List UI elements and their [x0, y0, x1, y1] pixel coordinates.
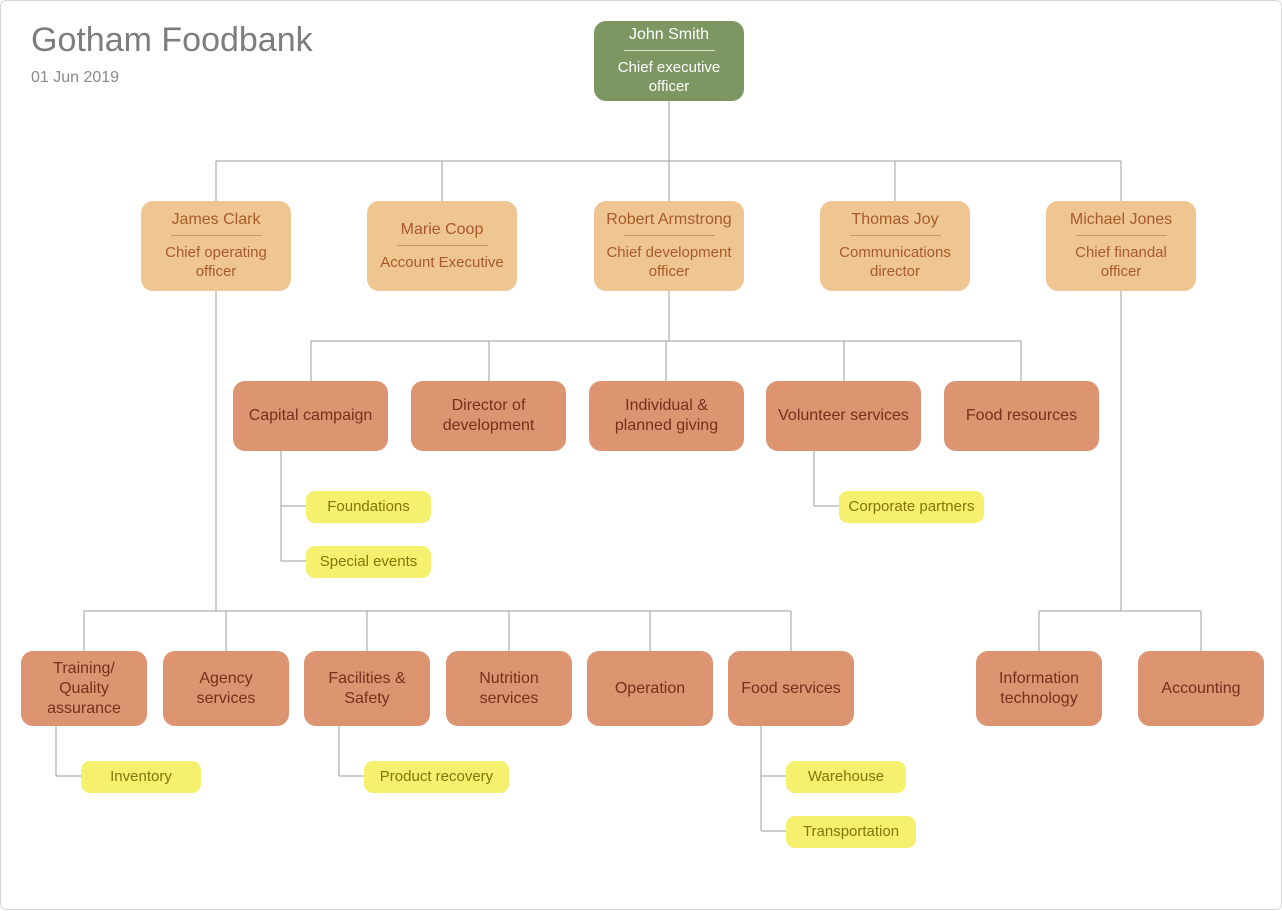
leaf-inventory: Inventory	[81, 761, 201, 793]
divider	[171, 235, 262, 236]
chart-date: 01 Jun 2019	[31, 69, 119, 87]
node-label: Agency services	[173, 669, 279, 709]
leaf-transportation: Transportation	[786, 816, 916, 848]
node-label: Director of development	[421, 396, 556, 436]
node-label: Information technology	[986, 669, 1092, 709]
node-account-exec: Marie Coop Account Executive	[367, 201, 517, 291]
node-coo: James Clark Chief operating officer	[141, 201, 291, 291]
node-label: Special events	[320, 553, 418, 572]
node-label: Product recovery	[380, 768, 493, 787]
node-capital-campaign: Capital campaign	[233, 381, 388, 451]
person-role: Chief executive officer	[604, 59, 734, 97]
person-name: Marie Coop	[401, 220, 484, 240]
node-label: Transportation	[803, 823, 899, 842]
leaf-corporate-partners: Corporate partners	[839, 491, 984, 523]
person-role: Chief development officer	[604, 244, 734, 282]
node-label: Foundations	[327, 498, 410, 517]
node-label: Facilities & Safety	[314, 669, 420, 709]
person-name: John Smith	[629, 25, 709, 45]
node-ceo: John Smith Chief executive officer	[594, 21, 744, 101]
node-facilities-safety: Facilities & Safety	[304, 651, 430, 726]
node-director-development: Director of development	[411, 381, 566, 451]
org-chart-frame: Gotham Foodbank 01 Jun 2019	[0, 0, 1282, 910]
node-food-services: Food services	[728, 651, 854, 726]
node-training-qa: Training/ Quality assurance	[21, 651, 147, 726]
node-comms-director: Thomas Joy Communications director	[820, 201, 970, 291]
person-name: Michael Jones	[1070, 210, 1172, 230]
node-accounting: Accounting	[1138, 651, 1264, 726]
node-cdo: Robert Armstrong Chief development offic…	[594, 201, 744, 291]
person-name: Robert Armstrong	[606, 210, 731, 230]
chart-title: Gotham Foodbank	[31, 21, 313, 60]
node-food-resources: Food resources	[944, 381, 1099, 451]
node-label: Capital campaign	[249, 406, 373, 426]
node-label: Food resources	[966, 406, 1077, 426]
leaf-warehouse: Warehouse	[786, 761, 906, 793]
node-individual-planned-giving: Individual & planned giving	[589, 381, 744, 451]
divider	[850, 235, 941, 236]
node-label: Volunteer services	[778, 406, 909, 426]
leaf-foundations: Foundations	[306, 491, 431, 523]
node-label: Accounting	[1161, 679, 1240, 699]
node-cfo: Michael Jones Chief finandal officer	[1046, 201, 1196, 291]
divider	[624, 50, 715, 51]
node-operation: Operation	[587, 651, 713, 726]
node-label: Inventory	[110, 768, 172, 787]
divider	[1076, 235, 1167, 236]
node-label: Individual & planned giving	[599, 396, 734, 436]
leaf-special-events: Special events	[306, 546, 431, 578]
node-label: Warehouse	[808, 768, 884, 787]
node-label: Nutrition services	[456, 669, 562, 709]
node-label: Corporate partners	[849, 498, 975, 517]
node-label: Training/ Quality assurance	[31, 659, 137, 719]
person-role: Communications director	[830, 244, 960, 282]
divider	[624, 235, 715, 236]
node-information-technology: Information technology	[976, 651, 1102, 726]
node-label: Food services	[741, 679, 841, 699]
person-name: Thomas Joy	[851, 210, 938, 230]
node-volunteer-services: Volunteer services	[766, 381, 921, 451]
person-role: Chief finandal officer	[1056, 244, 1186, 282]
node-label: Operation	[615, 679, 685, 699]
leaf-product-recovery: Product recovery	[364, 761, 509, 793]
node-agency-services: Agency services	[163, 651, 289, 726]
person-name: James Clark	[172, 210, 261, 230]
node-nutrition-services: Nutrition services	[446, 651, 572, 726]
person-role: Chief operating officer	[151, 244, 281, 282]
divider	[397, 245, 488, 246]
person-role: Account Executive	[380, 254, 503, 273]
